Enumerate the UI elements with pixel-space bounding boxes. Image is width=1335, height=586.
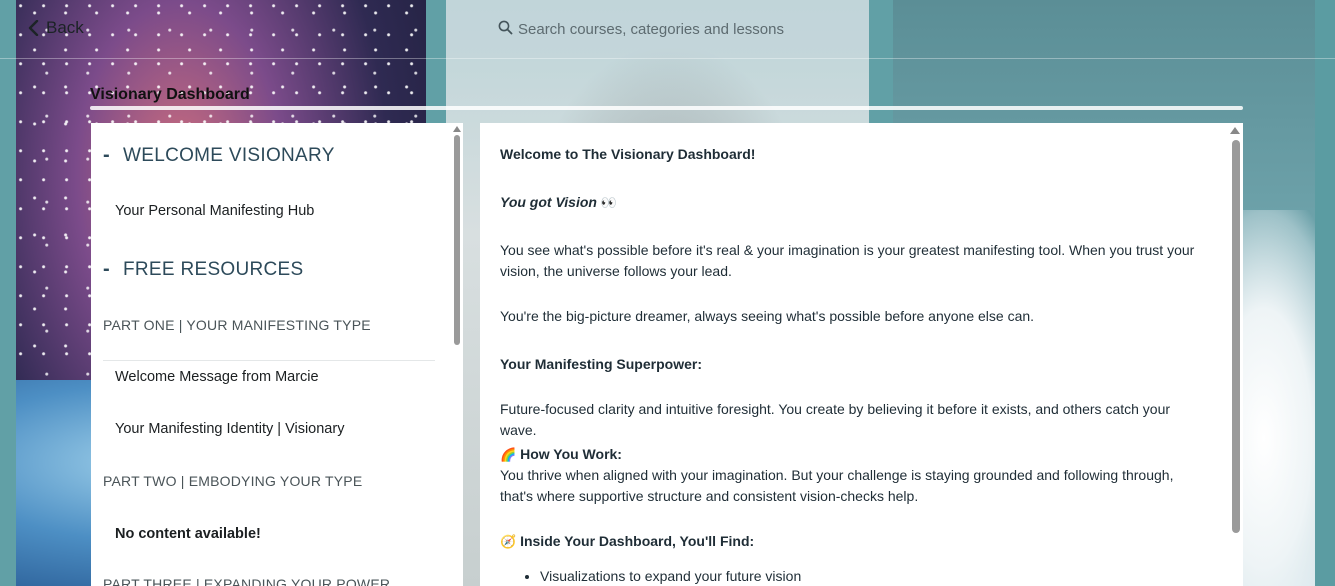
course-sidebar: - WELCOME VISIONARY Your Personal Manife… [91, 123, 463, 586]
paragraph-how-you-work: You thrive when aligned with your imagin… [500, 467, 1174, 504]
content-heading: Welcome to The Visionary Dashboard! [500, 146, 756, 162]
lesson-manifesting-identity[interactable]: Your Manifesting Identity | Visionary [115, 421, 344, 437]
part-two-heading[interactable]: PART TWO | EMBODYING YOUR TYPE [103, 473, 362, 489]
content-scroll-thumb[interactable] [1232, 140, 1240, 533]
lesson-personal-manifesting-hub[interactable]: Your Personal Manifesting Hub [115, 203, 314, 219]
section-divider [103, 360, 435, 361]
chevron-left-icon [28, 20, 39, 36]
compass-icon: 🧭 [500, 535, 517, 550]
search-icon [498, 20, 513, 35]
section-title: FREE RESOURCES [123, 258, 304, 280]
eyes-icon: 👀 [600, 196, 618, 211]
rainbow-icon: 🌈 [500, 448, 517, 463]
back-label: Back [46, 18, 84, 37]
top-header: Back [0, 0, 1335, 59]
section-title: WELCOME VISIONARY [123, 144, 335, 166]
search-bar [446, 0, 869, 58]
how-you-work-title: How You Work: [520, 446, 622, 462]
collapse-icon: - [103, 144, 110, 166]
inside-dashboard-heading: 🧭 Inside Your Dashboard, You'll Find: [500, 531, 1210, 553]
inside-dashboard-title: Inside Your Dashboard, You'll Find: [520, 533, 755, 549]
lesson-welcome-message[interactable]: Welcome Message from Marcie [115, 369, 319, 385]
paragraph-big-picture: You're the big-picture dreamer, always s… [500, 308, 1035, 324]
no-content-message: No content available! [115, 526, 261, 542]
lesson-content-panel: Welcome to The Visionary Dashboard! You … [480, 123, 1243, 586]
how-you-work-heading: 🌈 How You Work: [500, 444, 1210, 466]
list-item: Visualizations to expand your future vis… [540, 568, 801, 584]
scroll-up-arrow-icon[interactable] [1230, 127, 1240, 134]
paragraph-intro: You see what's possible before it's real… [500, 242, 1195, 279]
title-divider [90, 106, 1243, 110]
superpower-heading: Your Manifesting Superpower: [500, 356, 702, 372]
paragraph-superpower: Future-focused clarity and intuitive for… [500, 401, 1171, 438]
part-one-heading[interactable]: PART ONE | YOUR MANIFESTING TYPE [103, 317, 371, 333]
section-free-resources[interactable]: - FREE RESOURCES [103, 258, 304, 281]
background-strip [1315, 0, 1335, 586]
sidebar-scroll-thumb[interactable] [454, 135, 460, 345]
scroll-up-arrow-icon[interactable] [453, 126, 461, 132]
page-title: Visionary Dashboard [90, 86, 250, 103]
dashboard-feature-list: Visualizations to expand your future vis… [500, 568, 801, 584]
search-input[interactable] [516, 17, 840, 41]
tagline-text: You got Vision [500, 194, 597, 210]
section-welcome-visionary[interactable]: - WELCOME VISIONARY [103, 144, 335, 167]
part-three-heading[interactable]: PART THREE | EXPANDING YOUR POWER [103, 576, 390, 586]
tagline: You got Vision 👀 [500, 192, 1210, 214]
back-button[interactable]: Back [28, 15, 84, 41]
collapse-icon: - [103, 258, 110, 280]
